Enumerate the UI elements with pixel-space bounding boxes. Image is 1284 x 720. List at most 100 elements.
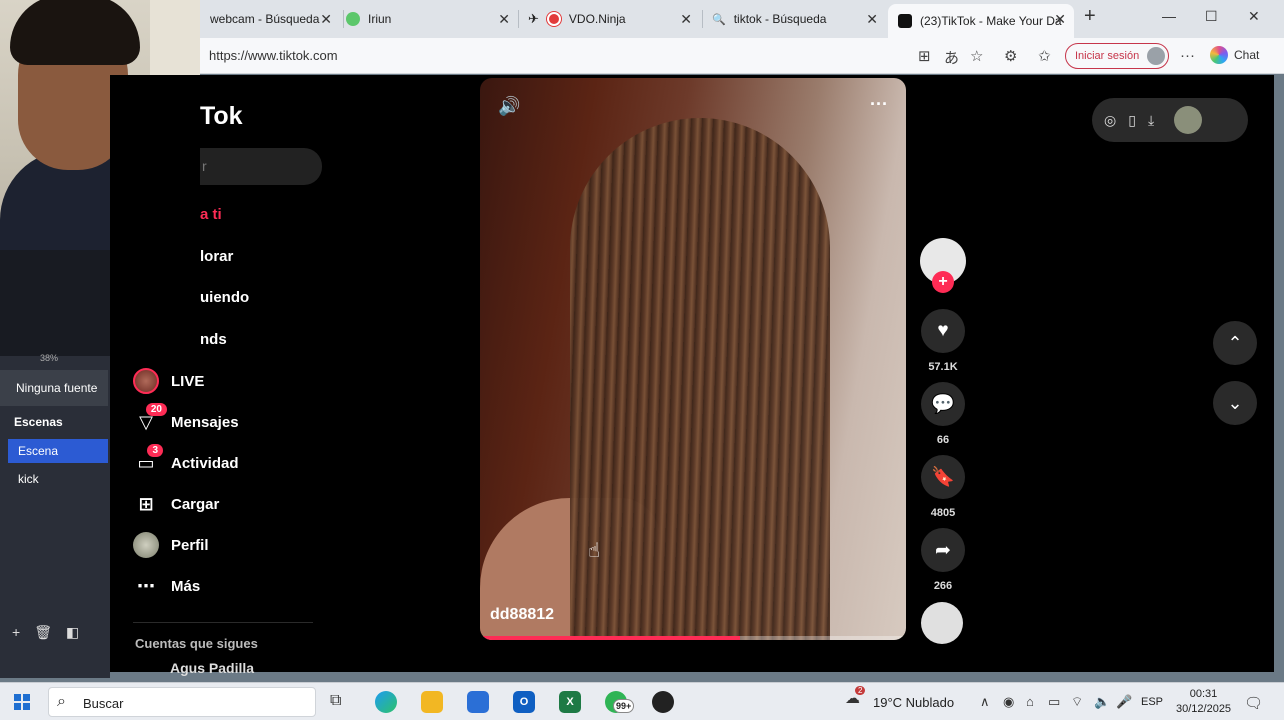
tab-tiktok-search[interactable]: 🔍 tiktok - Búsqueda ✕: [702, 4, 886, 34]
comment-icon[interactable]: 💬: [921, 382, 965, 426]
chevron-down-icon[interactable]: ⌄: [1213, 381, 1257, 425]
video-hair: [570, 118, 830, 640]
wifi-icon[interactable]: ⌔: [1071, 694, 1083, 710]
nav-live[interactable]: LIVE: [133, 366, 204, 396]
nav-following[interactable]: uiendo: [200, 289, 249, 306]
nav-profile[interactable]: Perfil: [133, 530, 209, 560]
obs-source-list: Ninguna fuente: [0, 370, 108, 406]
comment-action[interactable]: 💬 66: [920, 382, 966, 446]
favorite-star-icon[interactable]: ☆: [970, 47, 983, 65]
close-tab-icon[interactable]: ✕: [320, 11, 332, 28]
device-icon[interactable]: ▯: [1128, 112, 1136, 129]
copilot-chat-button[interactable]: Chat: [1210, 46, 1259, 64]
chevron-up-icon[interactable]: ⌃: [1213, 321, 1257, 365]
following-account-item[interactable]: Agus Padilla: [170, 660, 254, 676]
download-icon[interactable]: ⤓: [1148, 112, 1154, 129]
weather-text[interactable]: 19°C Nublado: [873, 695, 954, 710]
whatsapp-icon[interactable]: 99+: [605, 691, 635, 713]
person-hair: [10, 0, 140, 65]
file-explorer-icon[interactable]: [421, 691, 443, 713]
tab-vdo-ninja[interactable]: ✈ VDO.Ninja ✕: [518, 4, 700, 34]
weather-icon[interactable]: ☁ 2: [845, 686, 866, 707]
music-disc-icon[interactable]: [921, 602, 963, 644]
new-tab-button[interactable]: +: [1084, 5, 1096, 28]
task-view-icon[interactable]: ⧉: [330, 692, 341, 710]
copilot-icon: [1210, 46, 1228, 64]
user-avatar[interactable]: [1174, 106, 1203, 134]
app-available-icon[interactable]: ⊞: [918, 47, 931, 65]
signin-button[interactable]: Iniciar sesión: [1065, 43, 1169, 69]
outlook-icon[interactable]: O: [513, 691, 535, 713]
language-indicator[interactable]: ESP: [1141, 696, 1163, 708]
activity-badge: 3: [147, 444, 163, 457]
excel-icon[interactable]: X: [559, 691, 581, 713]
upload-icon: ⊞: [138, 493, 154, 514]
coins-icon[interactable]: ◎: [1104, 112, 1116, 129]
obs-scenes-title: Escenas: [14, 415, 63, 429]
windows-start-icon[interactable]: [14, 694, 30, 710]
obs-scene-item[interactable]: Escena: [8, 439, 108, 463]
share-action[interactable]: ➦ 266: [920, 528, 966, 592]
obs-icon[interactable]: [652, 691, 674, 713]
bookmark-icon[interactable]: 🔖: [921, 455, 965, 499]
store-icon[interactable]: [467, 691, 489, 713]
obs-zoom: 38%: [40, 353, 59, 363]
save-action[interactable]: 🔖 4805: [920, 455, 966, 519]
battery-icon[interactable]: ▭: [1048, 694, 1060, 710]
menu-dots-icon[interactable]: ···: [1180, 47, 1195, 64]
nav-friends[interactable]: nds: [200, 331, 227, 348]
heart-icon[interactable]: ♥: [921, 309, 965, 353]
live-icon: [133, 368, 159, 394]
tab-tiktok[interactable]: (23)TikTok - Make Your Da ✕: [888, 4, 1074, 38]
share-icon[interactable]: ➦: [921, 528, 965, 572]
close-tab-icon[interactable]: ✕: [866, 11, 878, 28]
tray-app-icon[interactable]: ⌂: [1026, 694, 1034, 709]
speaker-icon[interactable]: 🔈: [1094, 694, 1110, 710]
video-progress-bar[interactable]: [480, 636, 906, 640]
nav-explore[interactable]: lorar: [200, 248, 233, 265]
follow-plus-icon[interactable]: +: [932, 271, 954, 293]
tab-webcam-search[interactable]: webcam - Búsqueda ✕: [200, 4, 340, 34]
clock[interactable]: 00:31 30/12/2025: [1176, 687, 1231, 717]
microphone-icon[interactable]: 🎤: [1116, 694, 1132, 710]
iriun-favicon-icon: [346, 12, 360, 26]
activity-icon: ▭ 3: [133, 444, 163, 476]
close-window-icon[interactable]: ✕: [1248, 8, 1260, 25]
translate-icon[interactable]: あ: [944, 47, 959, 68]
nav-messages[interactable]: ▽ 20 Mensajes: [133, 403, 239, 437]
nav-for-you[interactable]: a ti: [200, 206, 222, 223]
close-tab-icon[interactable]: ✕: [498, 11, 510, 28]
edge-icon[interactable]: [375, 691, 397, 713]
search-icon: 🔍: [712, 13, 726, 26]
close-tab-icon[interactable]: ✕: [680, 11, 692, 28]
video-username[interactable]: dd88812: [490, 606, 554, 624]
add-icon[interactable]: +: [12, 624, 20, 641]
nav-more[interactable]: ⋯ Más: [133, 571, 200, 601]
tab-iriun[interactable]: Iriun ✕: [336, 4, 518, 34]
chevron-up-icon[interactable]: ∧: [980, 694, 990, 710]
taskbar-search-input[interactable]: ⌕ Buscar: [48, 687, 316, 717]
trash-icon[interactable]: 🗑: [34, 624, 52, 641]
volume-icon[interactable]: 🔊: [498, 96, 520, 117]
nav-upload[interactable]: ⊞ Cargar: [133, 489, 219, 519]
weather-badge: 2: [855, 686, 866, 695]
obs-scene-item[interactable]: kick: [8, 470, 108, 492]
extensions-icon[interactable]: ⚙: [1004, 47, 1017, 65]
filter-icon[interactable]: ◧: [66, 624, 79, 641]
tiktok-logo[interactable]: Tok: [200, 102, 243, 131]
notifications-icon[interactable]: 🗨: [1244, 694, 1263, 712]
share-count: 266: [933, 580, 953, 592]
like-action[interactable]: ♥ 57.1K: [920, 309, 966, 373]
maximize-icon[interactable]: ☐: [1205, 8, 1218, 25]
search-input[interactable]: r: [200, 148, 322, 185]
more-options-icon[interactable]: ···: [870, 94, 888, 115]
nav-activity[interactable]: ▭ 3 Actividad: [133, 444, 239, 478]
comment-count: 66: [936, 434, 950, 446]
minimize-icon[interactable]: —: [1162, 8, 1176, 24]
favorites-icon[interactable]: ✩: [1038, 47, 1051, 65]
url-field[interactable]: https://www.tiktok.com: [209, 48, 338, 63]
video-player[interactable]: 🔊 ··· dd88812: [480, 78, 906, 640]
close-tab-icon[interactable]: ✕: [1054, 11, 1066, 28]
messages-icon: ▽ 20: [133, 403, 167, 435]
tray-app-icon[interactable]: ◉: [1003, 694, 1014, 710]
